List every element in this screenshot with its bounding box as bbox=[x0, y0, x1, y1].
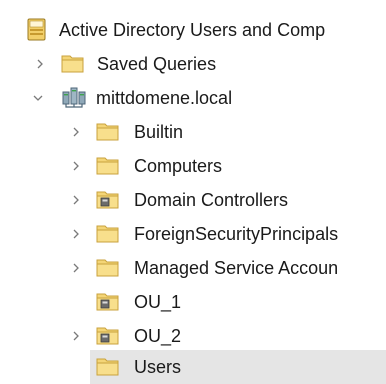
tree-item-ou-1[interactable]: OU_1 bbox=[0, 285, 386, 319]
folder-icon bbox=[96, 355, 120, 377]
ad-console-icon bbox=[25, 18, 49, 41]
folder-icon bbox=[61, 52, 85, 74]
tree-item-builtin[interactable]: Builtin bbox=[0, 115, 386, 149]
chevron-right-icon[interactable] bbox=[70, 330, 82, 342]
tree-item-domain-controllers[interactable]: Domain Controllers bbox=[0, 183, 386, 217]
tree-item-users[interactable]: Users bbox=[90, 350, 386, 384]
tree-item-label: Users bbox=[134, 357, 182, 377]
tree-item-domain[interactable]: mittdomene.local bbox=[0, 81, 386, 115]
chevron-right-icon[interactable] bbox=[70, 126, 82, 138]
folder-icon bbox=[96, 120, 120, 142]
tree-item-label: OU_1 bbox=[134, 292, 182, 312]
tree-item-managed-service-accounts[interactable]: Managed Service Accoun bbox=[0, 251, 386, 285]
chevron-right-icon[interactable] bbox=[70, 160, 82, 172]
chevron-right-icon[interactable] bbox=[70, 228, 82, 240]
ou-icon bbox=[96, 188, 120, 210]
chevron-right-icon[interactable] bbox=[70, 262, 82, 274]
tree-item-label: ForeignSecurityPrincipals bbox=[134, 224, 339, 244]
tree-item-label: Managed Service Accoun bbox=[134, 258, 339, 278]
tree-item-ou-2[interactable]: OU_2 bbox=[0, 319, 386, 353]
chevron-down-icon[interactable] bbox=[32, 92, 44, 104]
tree-item-foreign-security-principals[interactable]: ForeignSecurityPrincipals bbox=[0, 217, 386, 251]
chevron-right-icon[interactable] bbox=[34, 58, 46, 70]
folder-icon bbox=[96, 222, 120, 244]
folder-icon bbox=[96, 154, 120, 176]
tree-item-label: OU_2 bbox=[134, 326, 182, 346]
tree-root-label: Active Directory Users and Comp bbox=[59, 20, 326, 40]
tree-item-saved-queries[interactable]: Saved Queries bbox=[0, 47, 386, 81]
ou-icon bbox=[96, 324, 120, 346]
tree-item-label: Builtin bbox=[134, 122, 184, 142]
ou-icon bbox=[96, 290, 120, 312]
folder-icon bbox=[96, 256, 120, 278]
tree-item-label: mittdomene.local bbox=[96, 88, 233, 108]
domain-icon bbox=[61, 86, 86, 108]
tree-root-item[interactable]: Active Directory Users and Comp bbox=[0, 13, 386, 47]
console-tree: Active Directory Users and Comp Saved Qu… bbox=[0, 0, 386, 384]
chevron-right-icon[interactable] bbox=[70, 194, 82, 206]
tree-item-label: Saved Queries bbox=[97, 54, 217, 74]
tree-item-label: Computers bbox=[134, 156, 223, 176]
tree-item-label: Domain Controllers bbox=[134, 190, 289, 210]
tree-item-computers[interactable]: Computers bbox=[0, 149, 386, 183]
